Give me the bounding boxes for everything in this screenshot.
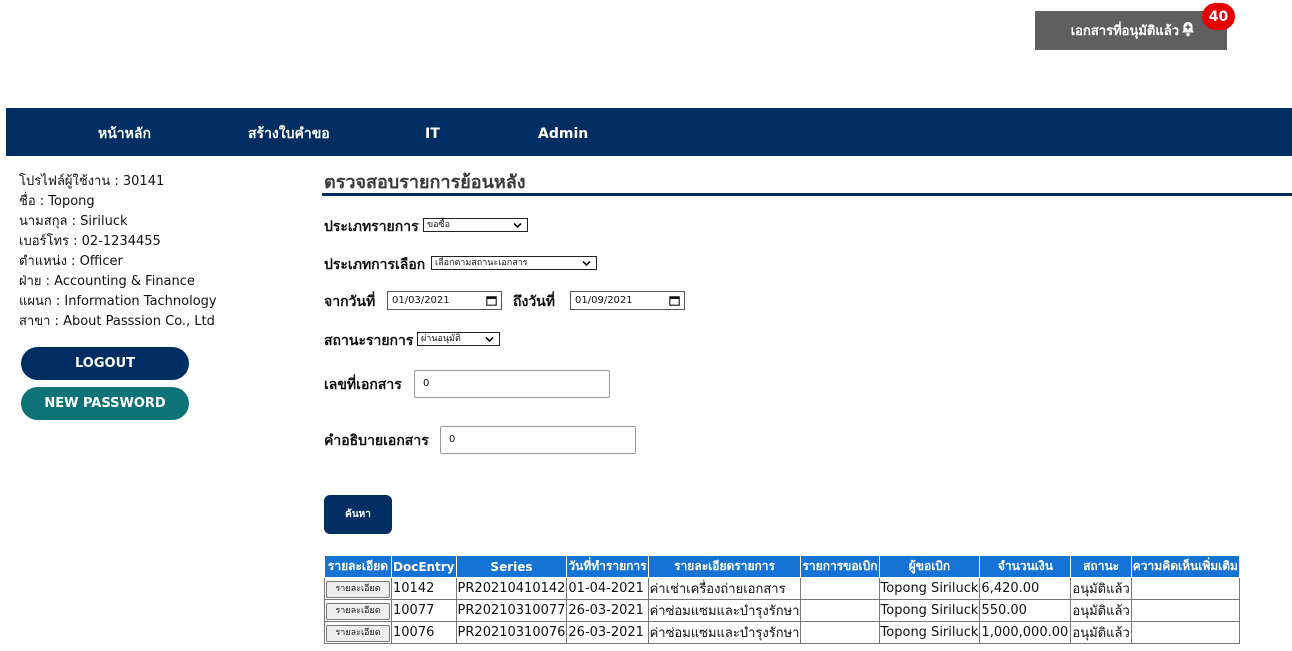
chevron-down-icon — [582, 260, 591, 267]
nav-item-home[interactable]: หน้าหลัก — [98, 108, 151, 156]
series-cell: PR20210310077 — [455, 599, 568, 622]
request-cell — [800, 621, 880, 644]
document-number-value: 0 — [423, 378, 430, 389]
calendar-icon[interactable] — [486, 295, 497, 306]
selection-type-select[interactable]: เลือกตามสถานะเอกสาร — [431, 256, 597, 270]
nav-item-create-request[interactable]: สร้างใบคำขอ — [248, 108, 330, 156]
column-header-requisition: รายการขอเบิก — [800, 555, 880, 578]
date-cell: 26-03-2021 — [566, 621, 649, 644]
table-row: รายละเอียด 10077 PR20210310077 26-03-202… — [324, 599, 1240, 622]
date-cell: 26-03-2021 — [566, 599, 649, 622]
requester-cell: Topong Siriluck — [878, 577, 981, 600]
description-cell: ค่าซ่อมแซมและบำรุงรักษา — [647, 621, 802, 644]
table-header-row: รายละเอียด DocEntry Series วันที่ทำรายกา… — [324, 555, 1240, 578]
column-header-details: รายละเอียด — [324, 555, 392, 578]
nav-item-it[interactable]: IT — [425, 108, 440, 156]
calendar-icon[interactable] — [669, 295, 680, 306]
to-date-value: 01/09/2021 — [575, 295, 633, 306]
column-header-amount: จำนวนเงิน — [979, 555, 1072, 578]
column-header-comment: ความคิดเห็นเพิ่มเติม — [1130, 555, 1240, 578]
to-date-input[interactable]: 01/09/2021 — [570, 291, 685, 310]
column-header-item-description: รายละเอียดรายการ — [647, 555, 802, 578]
item-type-selected-value: ขอซื้อ — [427, 220, 451, 230]
docentry-cell: 10142 — [391, 577, 457, 600]
column-header-series: Series — [455, 555, 568, 578]
description-cell: ค่าเช่าเครื่องถ่ายเอกสาร — [647, 577, 802, 600]
comment-cell — [1130, 621, 1240, 644]
profile-department: แผนก : Information Tachnology — [19, 294, 217, 309]
status-select[interactable]: ผ่านอนุมัติ — [417, 332, 500, 346]
new-password-button[interactable]: NEW PASSWORD — [21, 387, 189, 420]
chevron-down-icon — [485, 336, 494, 343]
request-cell — [800, 577, 880, 600]
profile-position: ตำแหน่ง : Officer — [19, 254, 123, 269]
series-cell: PR20210310076 — [455, 621, 568, 644]
details-cell: รายละเอียด — [324, 621, 392, 644]
profile-phone: เบอร์โทร : 02-1234455 — [19, 234, 161, 249]
nav-item-admin[interactable]: Admin — [538, 108, 588, 156]
details-cell: รายละเอียด — [324, 599, 392, 622]
document-number-label: เลขที่เอกสาร — [324, 377, 402, 393]
to-date-label: ถึงวันที่ — [513, 294, 555, 310]
table-row: รายละเอียด 10142 PR20210410142 01-04-202… — [324, 577, 1240, 600]
user-profile-panel: โปรไฟล์ผู้ใช้งาน : 30141 ชื่อ : Topong น… — [19, 172, 217, 332]
logout-button[interactable]: LOGOUT — [21, 347, 189, 380]
approved-documents-button[interactable]: เอกสารที่อนุมัติแล้ว — [1035, 11, 1227, 50]
from-date-input[interactable]: 01/03/2021 — [387, 291, 502, 310]
status-label: สถานะรายการ — [324, 333, 414, 349]
document-number-input[interactable]: 0 — [414, 370, 610, 398]
requester-cell: Topong Siriluck — [878, 599, 981, 622]
profile-first-name: ชื่อ : Topong — [19, 194, 95, 209]
comment-cell — [1130, 577, 1240, 600]
amount-cell: 6,420.00 — [979, 577, 1072, 600]
page-title: ตรวจสอบรายการย้อนหลัง — [324, 172, 526, 193]
item-type-label: ประเภทรายการ — [324, 219, 419, 235]
amount-cell: 1,000,000.00 — [979, 621, 1072, 644]
comment-cell — [1130, 599, 1240, 622]
date-cell: 01-04-2021 — [566, 577, 649, 600]
status-selected-value: ผ่านอนุมัติ — [421, 334, 461, 344]
selection-type-selected-value: เลือกตามสถานะเอกสาร — [435, 258, 528, 268]
request-cell — [800, 599, 880, 622]
selection-type-label: ประเภทการเลือก — [324, 257, 426, 273]
document-description-label: คำอธิบายเอกสาร — [324, 433, 429, 449]
docentry-cell: 10077 — [391, 599, 457, 622]
docentry-cell: 10076 — [391, 621, 457, 644]
profile-branch: สาขา : About Passsion Co., Ltd — [19, 314, 215, 329]
details-cell: รายละเอียด — [324, 577, 392, 600]
title-divider — [322, 193, 1292, 196]
status-cell: อนุมัติแล้ว — [1070, 621, 1132, 644]
series-cell: PR20210410142 — [455, 577, 568, 600]
column-header-status: สถานะ — [1070, 555, 1132, 578]
document-description-value: 0 — [449, 434, 456, 445]
search-button[interactable]: ค้นหา — [324, 495, 392, 534]
results-table: รายละเอียด DocEntry Series วันที่ทำรายกา… — [324, 555, 1240, 644]
from-date-value: 01/03/2021 — [392, 295, 450, 306]
description-cell: ค่าซ่อมแซมและบำรุงรักษา — [647, 599, 802, 622]
chevron-down-icon — [513, 222, 522, 229]
profile-last-name: นามสกุล : Siriluck — [19, 214, 128, 229]
column-header-transaction-date: วันที่ทำรายการ — [566, 555, 649, 578]
from-date-label: จากวันที่ — [324, 294, 376, 310]
approved-documents-label: เอกสารที่อนุมัติแล้ว — [1070, 24, 1179, 39]
document-description-input[interactable]: 0 — [440, 426, 636, 454]
notification-count-badge: 40 — [1202, 3, 1235, 30]
column-header-requester: ผู้ขอเบิก — [878, 555, 981, 578]
amount-cell: 550.00 — [979, 599, 1072, 622]
details-button[interactable]: รายละเอียด — [326, 602, 390, 620]
status-cell: อนุมัติแล้ว — [1070, 599, 1132, 622]
item-type-select[interactable]: ขอซื้อ — [423, 218, 528, 232]
main-navbar: หน้าหลัก สร้างใบคำขอ IT Admin — [6, 108, 1292, 156]
column-header-docentry: DocEntry — [391, 555, 457, 578]
details-button[interactable]: รายละเอียด — [326, 624, 390, 642]
requester-cell: Topong Siriluck — [878, 621, 981, 644]
profile-division: ฝ่าย : Accounting & Finance — [19, 274, 195, 289]
bell-icon — [1182, 22, 1194, 37]
profile-user-id: โปรไฟล์ผู้ใช้งาน : 30141 — [19, 174, 165, 189]
status-cell: อนุมัติแล้ว — [1070, 577, 1132, 600]
table-row: รายละเอียด 10076 PR20210310076 26-03-202… — [324, 621, 1240, 644]
details-button[interactable]: รายละเอียด — [326, 580, 390, 598]
